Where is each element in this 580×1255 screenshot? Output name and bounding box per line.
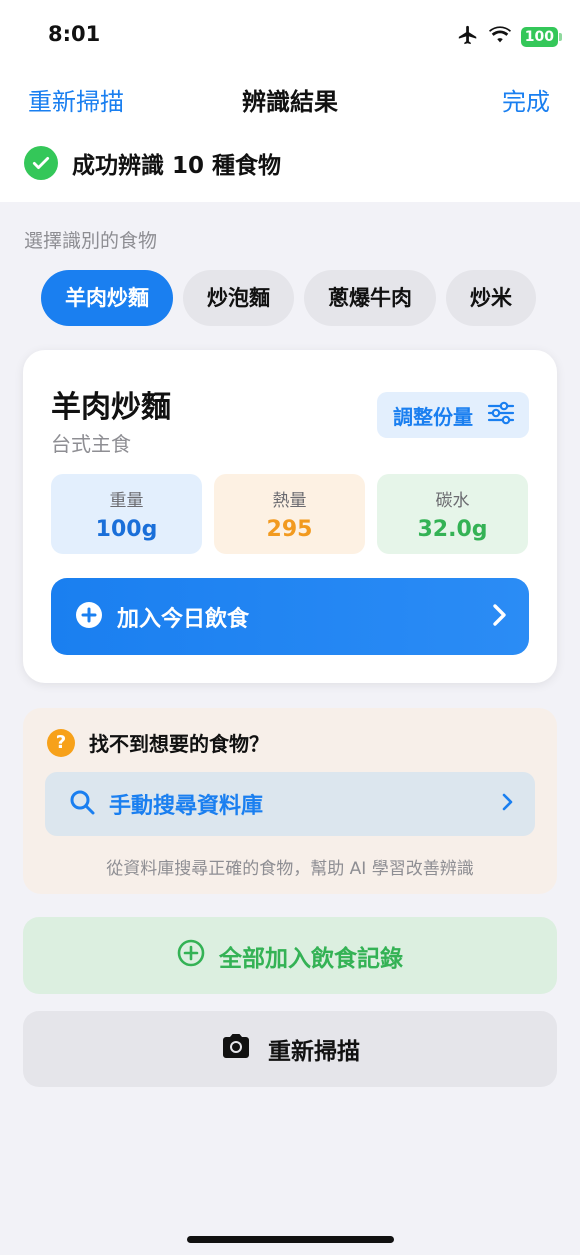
carbs-box: 碳水 32.0g: [377, 474, 528, 554]
search-icon: [69, 789, 95, 819]
nav-bar: 重新掃描 辨識結果 完成: [0, 78, 580, 118]
battery-icon: 100: [520, 27, 563, 47]
nutrient-label: 熱量: [272, 491, 307, 511]
food-chip[interactable]: 蔥爆牛肉: [304, 270, 436, 326]
nutrient-label: 碳水: [435, 491, 470, 511]
camera-icon: [220, 1032, 252, 1066]
chevron-right-icon: [501, 792, 513, 816]
home-indicator: [187, 1236, 394, 1243]
status-time: 8:01: [48, 22, 101, 46]
food-category: 台式主食: [51, 432, 131, 456]
status-icons: 100: [457, 24, 563, 50]
add-all-label: 全部加入飲食記錄: [219, 945, 403, 972]
done-button[interactable]: 完成: [502, 82, 550, 117]
status-bar: 8:01 100: [0, 20, 580, 52]
help-card: ? 找不到想要的食物？ 手動搜尋資料庫 從資料庫搜尋正確的食物，幫助 AI 學習…: [23, 708, 557, 894]
plus-circle-icon: [75, 601, 103, 633]
add-all-button[interactable]: 全部加入飲食記錄: [23, 917, 557, 994]
food-chip[interactable]: 炒泡麵: [183, 270, 294, 326]
success-text: 成功辨識 10 種食物: [72, 153, 282, 179]
food-name: 羊肉炒麵: [51, 390, 171, 425]
adjust-portion-button[interactable]: 調整份量: [377, 392, 529, 438]
calories-box: 熱量 295: [214, 474, 365, 554]
success-banner: 成功辨識 10 種食物: [24, 146, 281, 180]
wifi-icon: [488, 26, 511, 48]
help-title-text: 找不到想要的食物？: [89, 732, 269, 756]
nutrient-label: 重量: [109, 491, 144, 511]
food-detail-card: 羊肉炒麵 台式主食 調整份量 重量 100g 熱量 295 碳水 32.0g 加…: [23, 350, 557, 683]
nutrient-value: 295: [266, 517, 313, 542]
chevron-right-icon: [491, 603, 507, 631]
add-today-label: 加入今日飲食: [117, 606, 250, 632]
food-chips: 羊肉炒麵 炒泡麵 蔥爆牛肉 炒米: [41, 270, 557, 328]
food-chip[interactable]: 炒米: [446, 270, 536, 326]
check-circle-icon: [24, 146, 58, 180]
rescan-button[interactable]: 重新掃描: [23, 1011, 557, 1087]
food-chip-active[interactable]: 羊肉炒麵: [41, 270, 173, 326]
rescan-label: 重新掃描: [268, 1039, 360, 1065]
top-panel: 8:01 100 重新掃描 辨識結果 完成 成功辨識 10 種食物: [0, 0, 580, 202]
question-icon: ?: [47, 728, 75, 757]
airplane-icon: [457, 24, 479, 50]
manual-search-label: 手動搜尋資料庫: [109, 794, 264, 819]
weight-box: 重量 100g: [51, 474, 202, 554]
nutrition-summary: 重量 100g 熱量 295 碳水 32.0g: [51, 474, 528, 554]
section-label: 選擇識別的食物: [24, 230, 158, 252]
adjust-portion-label: 調整份量: [393, 404, 473, 429]
add-today-button[interactable]: 加入今日飲食: [51, 578, 529, 655]
nutrient-value: 32.0g: [417, 517, 488, 542]
help-note: 從資料庫搜尋正確的食物，幫助 AI 學習改善辨識: [106, 859, 474, 879]
sliders-icon: [487, 401, 515, 430]
rescan-nav-button[interactable]: 重新掃描: [28, 82, 124, 117]
nutrient-value: 100g: [95, 517, 158, 542]
help-title: ? 找不到想要的食物？: [47, 728, 269, 757]
manual-search-button[interactable]: 手動搜尋資料庫: [45, 772, 535, 836]
plus-circle-outline-icon: [177, 939, 205, 973]
